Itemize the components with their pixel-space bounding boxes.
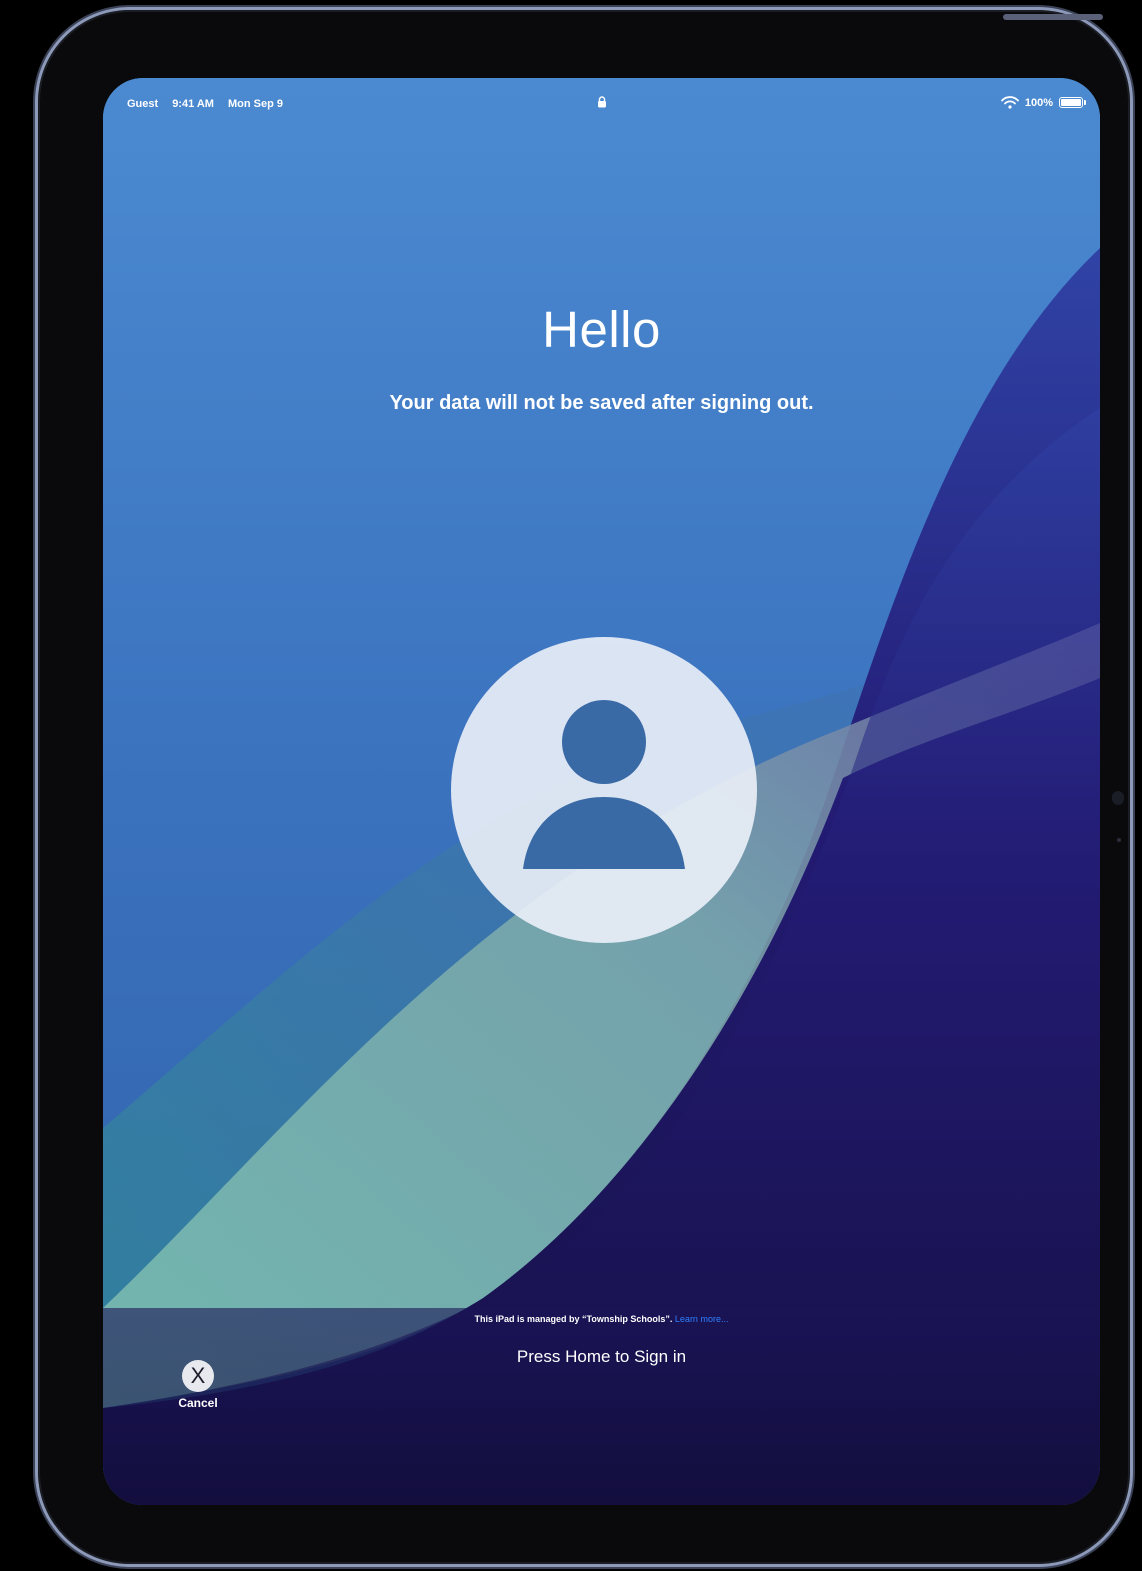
cancel-button[interactable]: X Cancel (163, 1360, 233, 1410)
battery-fill (1061, 99, 1081, 106)
cancel-label: Cancel (178, 1396, 218, 1410)
guest-avatar (451, 637, 757, 943)
press-home-prompt: Press Home to Sign in (516, 1347, 687, 1366)
managed-text: This iPad is managed by “Township School… (474, 1314, 673, 1324)
side-sensor (1117, 838, 1121, 842)
person-icon (523, 700, 685, 869)
managed-notice: This iPad is managed by “Township School… (103, 1314, 1100, 1324)
close-icon[interactable]: X (182, 1360, 214, 1392)
status-bar: Guest 9:41 AM Mon Sep 9 100% (103, 78, 1100, 128)
page-subtitle: Your data will not be saved after signin… (389, 392, 814, 414)
status-time: 9:41 AM (172, 98, 214, 110)
lock-screen: Guest 9:41 AM Mon Sep 9 100% Hello Your … (103, 78, 1100, 1505)
battery-icon (1059, 97, 1086, 108)
lock-icon (598, 96, 606, 108)
learn-more-link[interactable]: Learn more... (675, 1314, 729, 1324)
user-label: Guest (127, 98, 159, 110)
top-button (1003, 14, 1103, 20)
side-camera (1112, 791, 1124, 805)
battery-percent: 100% (1024, 96, 1053, 109)
status-right: 100% (1000, 96, 1086, 109)
status-date: Mon Sep 9 (227, 98, 283, 110)
status-left: Guest 9:41 AM Mon Sep 9 (127, 98, 283, 110)
wifi-icon (1000, 96, 1019, 109)
page-title: Hello (542, 301, 661, 358)
